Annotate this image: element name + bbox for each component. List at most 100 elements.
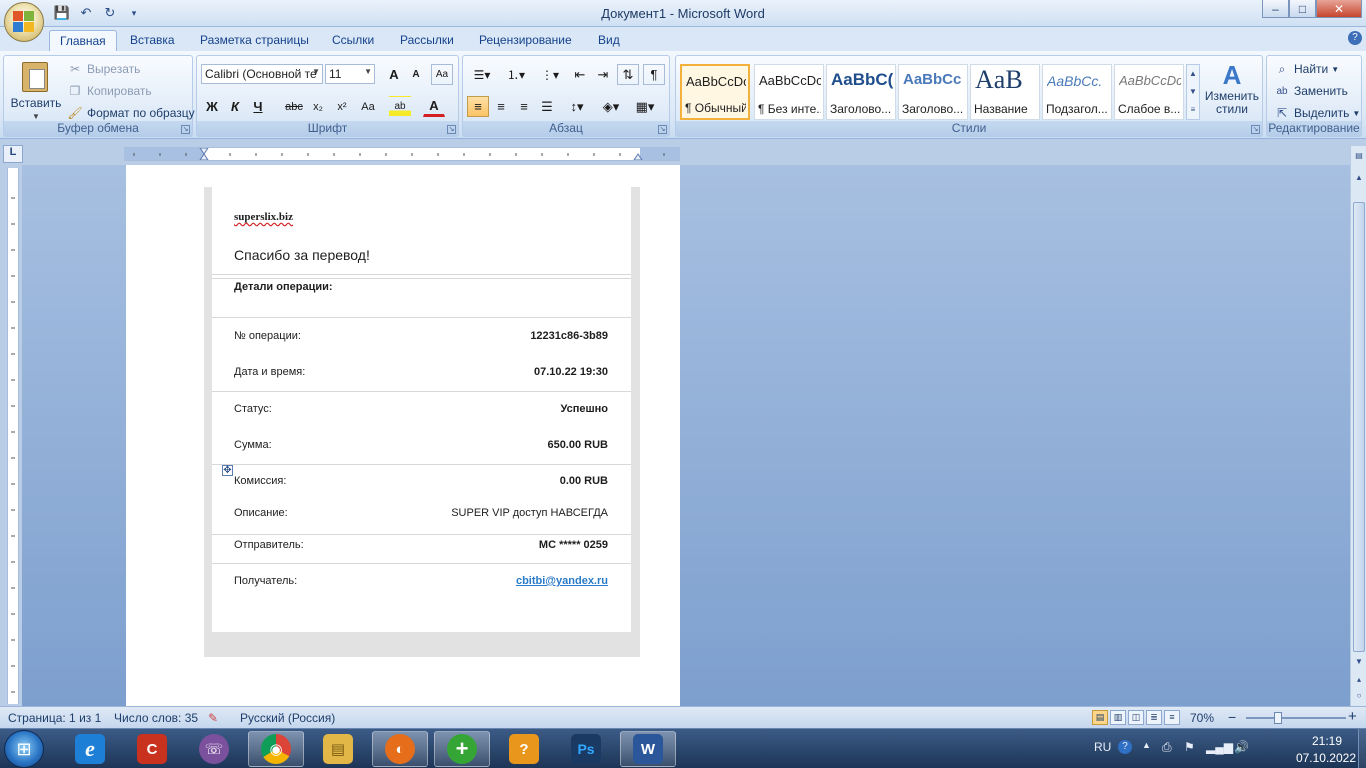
- taskbar-app[interactable]: ▤: [310, 731, 366, 767]
- dialog-launcher-icon[interactable]: ↘: [447, 125, 456, 134]
- vertical-scrollbar[interactable]: ▤ ▲ ▼ ▴ ○: [1350, 146, 1366, 706]
- decrease-indent-icon[interactable]: ⇤: [569, 64, 591, 85]
- font-size-combo[interactable]: 11 ▼: [325, 64, 375, 84]
- flash-drive-icon[interactable]: ⎙: [1162, 740, 1172, 755]
- numbering-icon[interactable]: ⒈▾: [501, 64, 531, 85]
- change-case-button[interactable]: Aa: [355, 96, 381, 117]
- style-tile[interactable]: AaBbCc. Подзагол...: [1042, 64, 1112, 120]
- clear-formatting-button[interactable]: Aa: [431, 64, 453, 85]
- show-hidden-icons-icon[interactable]: ▲: [1142, 740, 1151, 750]
- dialog-launcher-icon[interactable]: ↘: [1251, 125, 1260, 134]
- taskbar-app[interactable]: ◐: [372, 731, 428, 767]
- web-layout-icon[interactable]: ◫: [1128, 710, 1144, 725]
- style-tile[interactable]: AaBbCcDc ¶ Обычный: [680, 64, 750, 120]
- taskbar-app[interactable]: +: [434, 731, 490, 767]
- shading-icon[interactable]: ◈▾: [597, 96, 625, 117]
- tab-insert[interactable]: Вставка: [120, 30, 185, 51]
- underline-button[interactable]: Ч: [247, 96, 269, 117]
- office-button[interactable]: [4, 2, 44, 42]
- align-left-icon[interactable]: ≡: [467, 96, 489, 117]
- print-layout-icon[interactable]: ▤: [1092, 710, 1108, 725]
- pilcrow-icon[interactable]: ¶: [643, 64, 665, 85]
- align-right-icon[interactable]: ≡: [513, 96, 535, 117]
- bullets-icon[interactable]: ☰▾: [467, 64, 497, 85]
- draft-icon[interactable]: ≡: [1164, 710, 1180, 725]
- sort-icon[interactable]: ⇅: [617, 64, 639, 85]
- zoom-level[interactable]: 70%: [1190, 711, 1214, 725]
- horizontal-ruler[interactable]: [124, 147, 680, 161]
- action-center-flag-icon[interactable]: ⚑: [1184, 740, 1195, 754]
- cut-button[interactable]: ✂ Вырезать: [66, 60, 140, 78]
- dialog-launcher-icon[interactable]: ↘: [181, 125, 190, 134]
- tab-references[interactable]: Ссылки: [322, 30, 384, 51]
- clock-date[interactable]: 07.10.2022: [1296, 751, 1356, 765]
- clock-time[interactable]: 21:19: [1312, 734, 1342, 748]
- strikethrough-button[interactable]: abc: [283, 96, 305, 117]
- ruler-toggle-icon[interactable]: ▤: [1353, 150, 1365, 162]
- increase-indent-icon[interactable]: ⇥: [592, 64, 614, 85]
- find-button[interactable]: ⌕ Найти ▼: [1273, 60, 1340, 78]
- word-count[interactable]: Число слов: 35: [114, 711, 198, 725]
- paste-button[interactable]: Вставить ▼: [10, 60, 62, 122]
- taskbar-app[interactable]: C: [124, 731, 180, 767]
- styles-scroll[interactable]: ▲ ▼ ≡: [1186, 64, 1200, 120]
- help-icon[interactable]: ?: [1348, 31, 1362, 45]
- borders-icon[interactable]: ▦▾: [631, 96, 659, 117]
- proofing-icon[interactable]: ✎: [208, 711, 218, 725]
- minimize-button[interactable]: –: [1262, 0, 1289, 18]
- outline-icon[interactable]: ≣: [1146, 710, 1162, 725]
- taskbar-app[interactable]: W: [620, 731, 676, 767]
- tab-review[interactable]: Рецензирование: [469, 30, 582, 51]
- tab-home[interactable]: Главная: [49, 30, 117, 51]
- prev-page-icon[interactable]: ▴: [1353, 674, 1365, 686]
- multilevel-list-icon[interactable]: ⋮▾: [535, 64, 565, 85]
- replace-button[interactable]: ab Заменить: [1273, 82, 1348, 100]
- style-tile[interactable]: AaB Название: [970, 64, 1040, 120]
- page-count[interactable]: Страница: 1 из 1: [8, 711, 101, 725]
- style-tile[interactable]: AaBbCcDc Слабое в...: [1114, 64, 1184, 120]
- close-button[interactable]: ✕: [1316, 0, 1362, 18]
- network-icon[interactable]: ▂▄▆: [1206, 740, 1233, 754]
- font-name-combo[interactable]: Calibri (Основной те ▼: [201, 64, 323, 84]
- zoom-slider[interactable]: [1246, 717, 1346, 719]
- font-color-button[interactable]: A: [423, 96, 445, 117]
- start-button[interactable]: ⊞: [4, 730, 44, 768]
- grow-font-button[interactable]: A: [383, 64, 405, 85]
- change-styles-button[interactable]: A Изменить стили: [1202, 60, 1262, 122]
- subscript-button[interactable]: x₂: [307, 96, 329, 117]
- save-icon[interactable]: 💾: [52, 4, 72, 22]
- volume-icon[interactable]: 🔊: [1234, 740, 1249, 754]
- tab-mailings[interactable]: Рассылки: [390, 30, 464, 51]
- full-screen-reading-icon[interactable]: ▥: [1110, 710, 1126, 725]
- table-move-handle-icon[interactable]: ✥: [222, 465, 233, 476]
- bold-button[interactable]: Ж: [201, 96, 223, 117]
- zoom-in-icon[interactable]: +: [1348, 708, 1357, 725]
- align-center-icon[interactable]: ≡: [490, 96, 512, 117]
- select-button[interactable]: ⇱ Выделить ▼: [1273, 104, 1360, 122]
- taskbar-app[interactable]: Ps: [558, 731, 614, 767]
- shrink-font-button[interactable]: A: [405, 64, 427, 85]
- document-page[interactable]: superslix.biz Спасибо за перевод! Детали…: [126, 165, 680, 706]
- scrollbar-thumb[interactable]: [1353, 202, 1365, 652]
- line-spacing-icon[interactable]: ↕▾: [563, 96, 591, 117]
- style-tile[interactable]: AaBbCcDc ¶ Без инте...: [754, 64, 824, 120]
- taskbar-app[interactable]: ☏: [186, 731, 242, 767]
- language-indicator[interactable]: Русский (Россия): [240, 711, 335, 725]
- copy-button[interactable]: ❐ Копировать: [66, 82, 152, 100]
- vertical-ruler[interactable]: [7, 168, 19, 704]
- redo-icon[interactable]: ↻: [100, 4, 120, 22]
- maximize-button[interactable]: □: [1289, 0, 1316, 18]
- taskbar-app[interactable]: ?: [496, 731, 552, 767]
- show-desktop-button[interactable]: [1358, 729, 1366, 768]
- highlight-button[interactable]: ab: [389, 96, 411, 117]
- language-indicator[interactable]: RU: [1094, 740, 1111, 754]
- italic-button[interactable]: К: [224, 96, 246, 117]
- zoom-slider-thumb[interactable]: [1274, 712, 1282, 724]
- style-tile[interactable]: AaBbC( Заголово...: [826, 64, 896, 120]
- document-workspace[interactable]: superslix.biz Спасибо за перевод! Детали…: [22, 165, 1350, 706]
- taskbar-app[interactable]: e: [62, 731, 118, 767]
- tab-view[interactable]: Вид: [588, 30, 630, 51]
- customize-qat-icon[interactable]: ▾: [124, 4, 144, 22]
- justify-icon[interactable]: ☰: [536, 96, 558, 117]
- zoom-out-icon[interactable]: −: [1228, 709, 1236, 725]
